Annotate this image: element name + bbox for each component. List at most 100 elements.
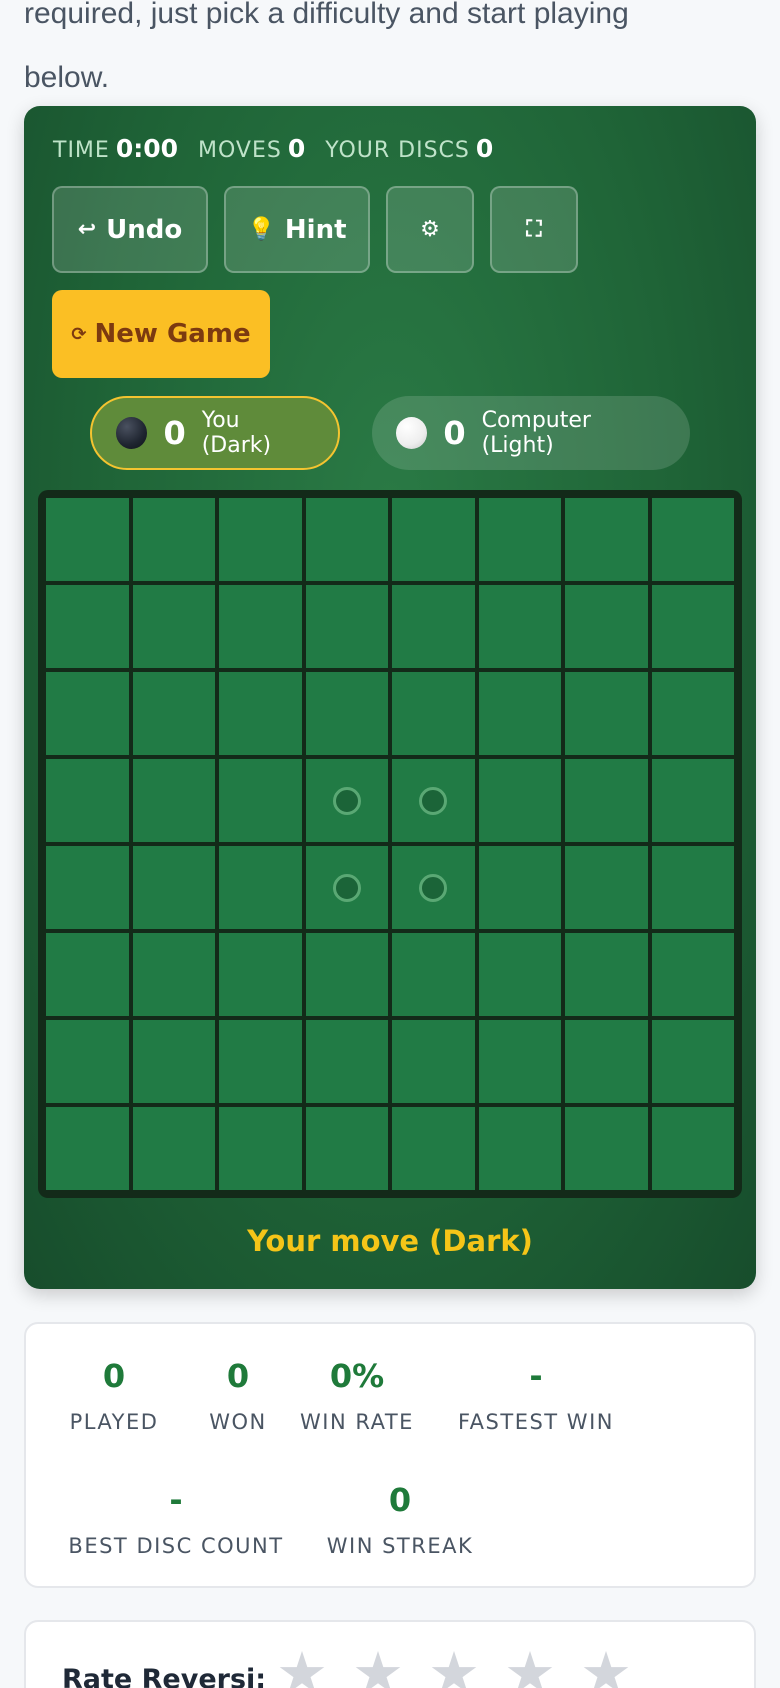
- board-cell[interactable]: [651, 1107, 734, 1190]
- board-cell[interactable]: [651, 498, 734, 581]
- board-cell[interactable]: [565, 1107, 648, 1190]
- board-cell[interactable]: [132, 846, 215, 929]
- board-cell[interactable]: [305, 585, 388, 668]
- board-cell[interactable]: [565, 933, 648, 1016]
- board-cell[interactable]: [392, 846, 475, 929]
- board-cell[interactable]: [132, 1107, 215, 1190]
- board-cell[interactable]: [392, 672, 475, 755]
- stat-item: 0% WIN RATE: [300, 1354, 414, 1434]
- fullscreen-button[interactable]: ⛶: [490, 186, 578, 273]
- board-cell[interactable]: [46, 846, 129, 929]
- turn-status: Your move (Dark): [247, 1224, 533, 1258]
- stat-value: 0: [388, 1481, 412, 1519]
- valid-move-marker: [332, 873, 361, 902]
- board-cell[interactable]: [305, 933, 388, 1016]
- board-cell[interactable]: [132, 759, 215, 842]
- board-cell[interactable]: [219, 1020, 302, 1103]
- board-cell[interactable]: [478, 1020, 561, 1103]
- board-cell[interactable]: [651, 759, 734, 842]
- board-cell[interactable]: [392, 759, 475, 842]
- star-icon[interactable]: ★: [580, 1644, 632, 1688]
- board-cell[interactable]: [305, 498, 388, 581]
- stat-label: PLAYED: [69, 1410, 159, 1434]
- board-cell[interactable]: [392, 585, 475, 668]
- undo-button[interactable]: ↩ Undo: [52, 186, 208, 273]
- board-cell[interactable]: [478, 585, 561, 668]
- board-cell[interactable]: [219, 672, 302, 755]
- moves-value: 0: [287, 134, 306, 163]
- board-cell[interactable]: [565, 1020, 648, 1103]
- discs-label: YOUR DISCS: [325, 138, 470, 163]
- stat-item: - FASTEST WIN: [458, 1354, 614, 1434]
- board-cell[interactable]: [46, 498, 129, 581]
- board-cell[interactable]: [132, 933, 215, 1016]
- stat-label: WIN STREAK: [326, 1534, 474, 1558]
- board-cell[interactable]: [478, 498, 561, 581]
- board-cell[interactable]: [651, 933, 734, 1016]
- stat-value: 0: [226, 1357, 250, 1395]
- light-score-value: 0: [443, 414, 466, 452]
- board-cell[interactable]: [132, 1020, 215, 1103]
- board-cell[interactable]: [565, 498, 648, 581]
- board-cell[interactable]: [46, 933, 129, 1016]
- board-cell[interactable]: [392, 1107, 475, 1190]
- intro-line-1: required, just pick a difficulty and sta…: [24, 0, 629, 30]
- board-cell[interactable]: [392, 933, 475, 1016]
- intro-text: required, just pick a difficulty and sta…: [24, 0, 764, 110]
- board-cell[interactable]: [305, 1107, 388, 1190]
- board-cell[interactable]: [46, 759, 129, 842]
- board-cell[interactable]: [219, 759, 302, 842]
- board-cell[interactable]: [132, 498, 215, 581]
- star-icon[interactable]: ★: [504, 1644, 556, 1688]
- lightbulb-icon: 💡: [247, 217, 275, 242]
- fullscreen-icon: ⛶: [526, 217, 542, 242]
- board-cell[interactable]: [305, 759, 388, 842]
- board-cell[interactable]: [651, 1020, 734, 1103]
- board-cell[interactable]: [392, 498, 475, 581]
- board-cell[interactable]: [219, 585, 302, 668]
- board-cell[interactable]: [132, 585, 215, 668]
- board-cell[interactable]: [305, 1020, 388, 1103]
- board-cell[interactable]: [46, 672, 129, 755]
- board-cell[interactable]: [46, 1020, 129, 1103]
- board-cell[interactable]: [219, 498, 302, 581]
- rating-card: Rate Reversi: ★ ★ ★ ★ ★: [24, 1620, 756, 1688]
- board-cell[interactable]: [305, 846, 388, 929]
- board-cell[interactable]: [219, 846, 302, 929]
- time-stat: TIME 0:00: [53, 134, 178, 163]
- board-cell[interactable]: [651, 585, 734, 668]
- board-cell[interactable]: [478, 1107, 561, 1190]
- new-game-button[interactable]: ⟳ New Game: [52, 290, 270, 378]
- board-cell[interactable]: [651, 846, 734, 929]
- board-cell[interactable]: [478, 759, 561, 842]
- hint-button[interactable]: 💡 Hint: [224, 186, 370, 273]
- board-cell[interactable]: [219, 933, 302, 1016]
- board-cell[interactable]: [478, 933, 561, 1016]
- board-cell[interactable]: [46, 585, 129, 668]
- rating-label: Rate Reversi:: [62, 1664, 267, 1688]
- board-cell[interactable]: [651, 672, 734, 755]
- board-cell[interactable]: [565, 759, 648, 842]
- valid-move-marker: [419, 873, 448, 902]
- board-cell[interactable]: [132, 672, 215, 755]
- board-cell[interactable]: [46, 1107, 129, 1190]
- star-icon[interactable]: ★: [276, 1644, 328, 1688]
- undo-icon: ↩: [77, 217, 97, 242]
- new-game-label: New Game: [94, 319, 251, 349]
- board-cell[interactable]: [565, 585, 648, 668]
- board-cell[interactable]: [219, 1107, 302, 1190]
- board-cell[interactable]: [565, 672, 648, 755]
- board-cell[interactable]: [478, 846, 561, 929]
- board-cell[interactable]: [565, 846, 648, 929]
- stat-value: -: [169, 1481, 183, 1519]
- board-cell[interactable]: [305, 672, 388, 755]
- moves-label: MOVES: [198, 138, 282, 163]
- stat-item: 0 PLAYED: [70, 1354, 159, 1434]
- time-value: 0:00: [115, 134, 178, 163]
- stat-label: WIN RATE: [300, 1410, 414, 1434]
- board-cell[interactable]: [392, 1020, 475, 1103]
- settings-button[interactable]: ⚙: [386, 186, 474, 273]
- board-cell[interactable]: [478, 672, 561, 755]
- star-icon[interactable]: ★: [352, 1644, 404, 1688]
- star-icon[interactable]: ★: [428, 1644, 480, 1688]
